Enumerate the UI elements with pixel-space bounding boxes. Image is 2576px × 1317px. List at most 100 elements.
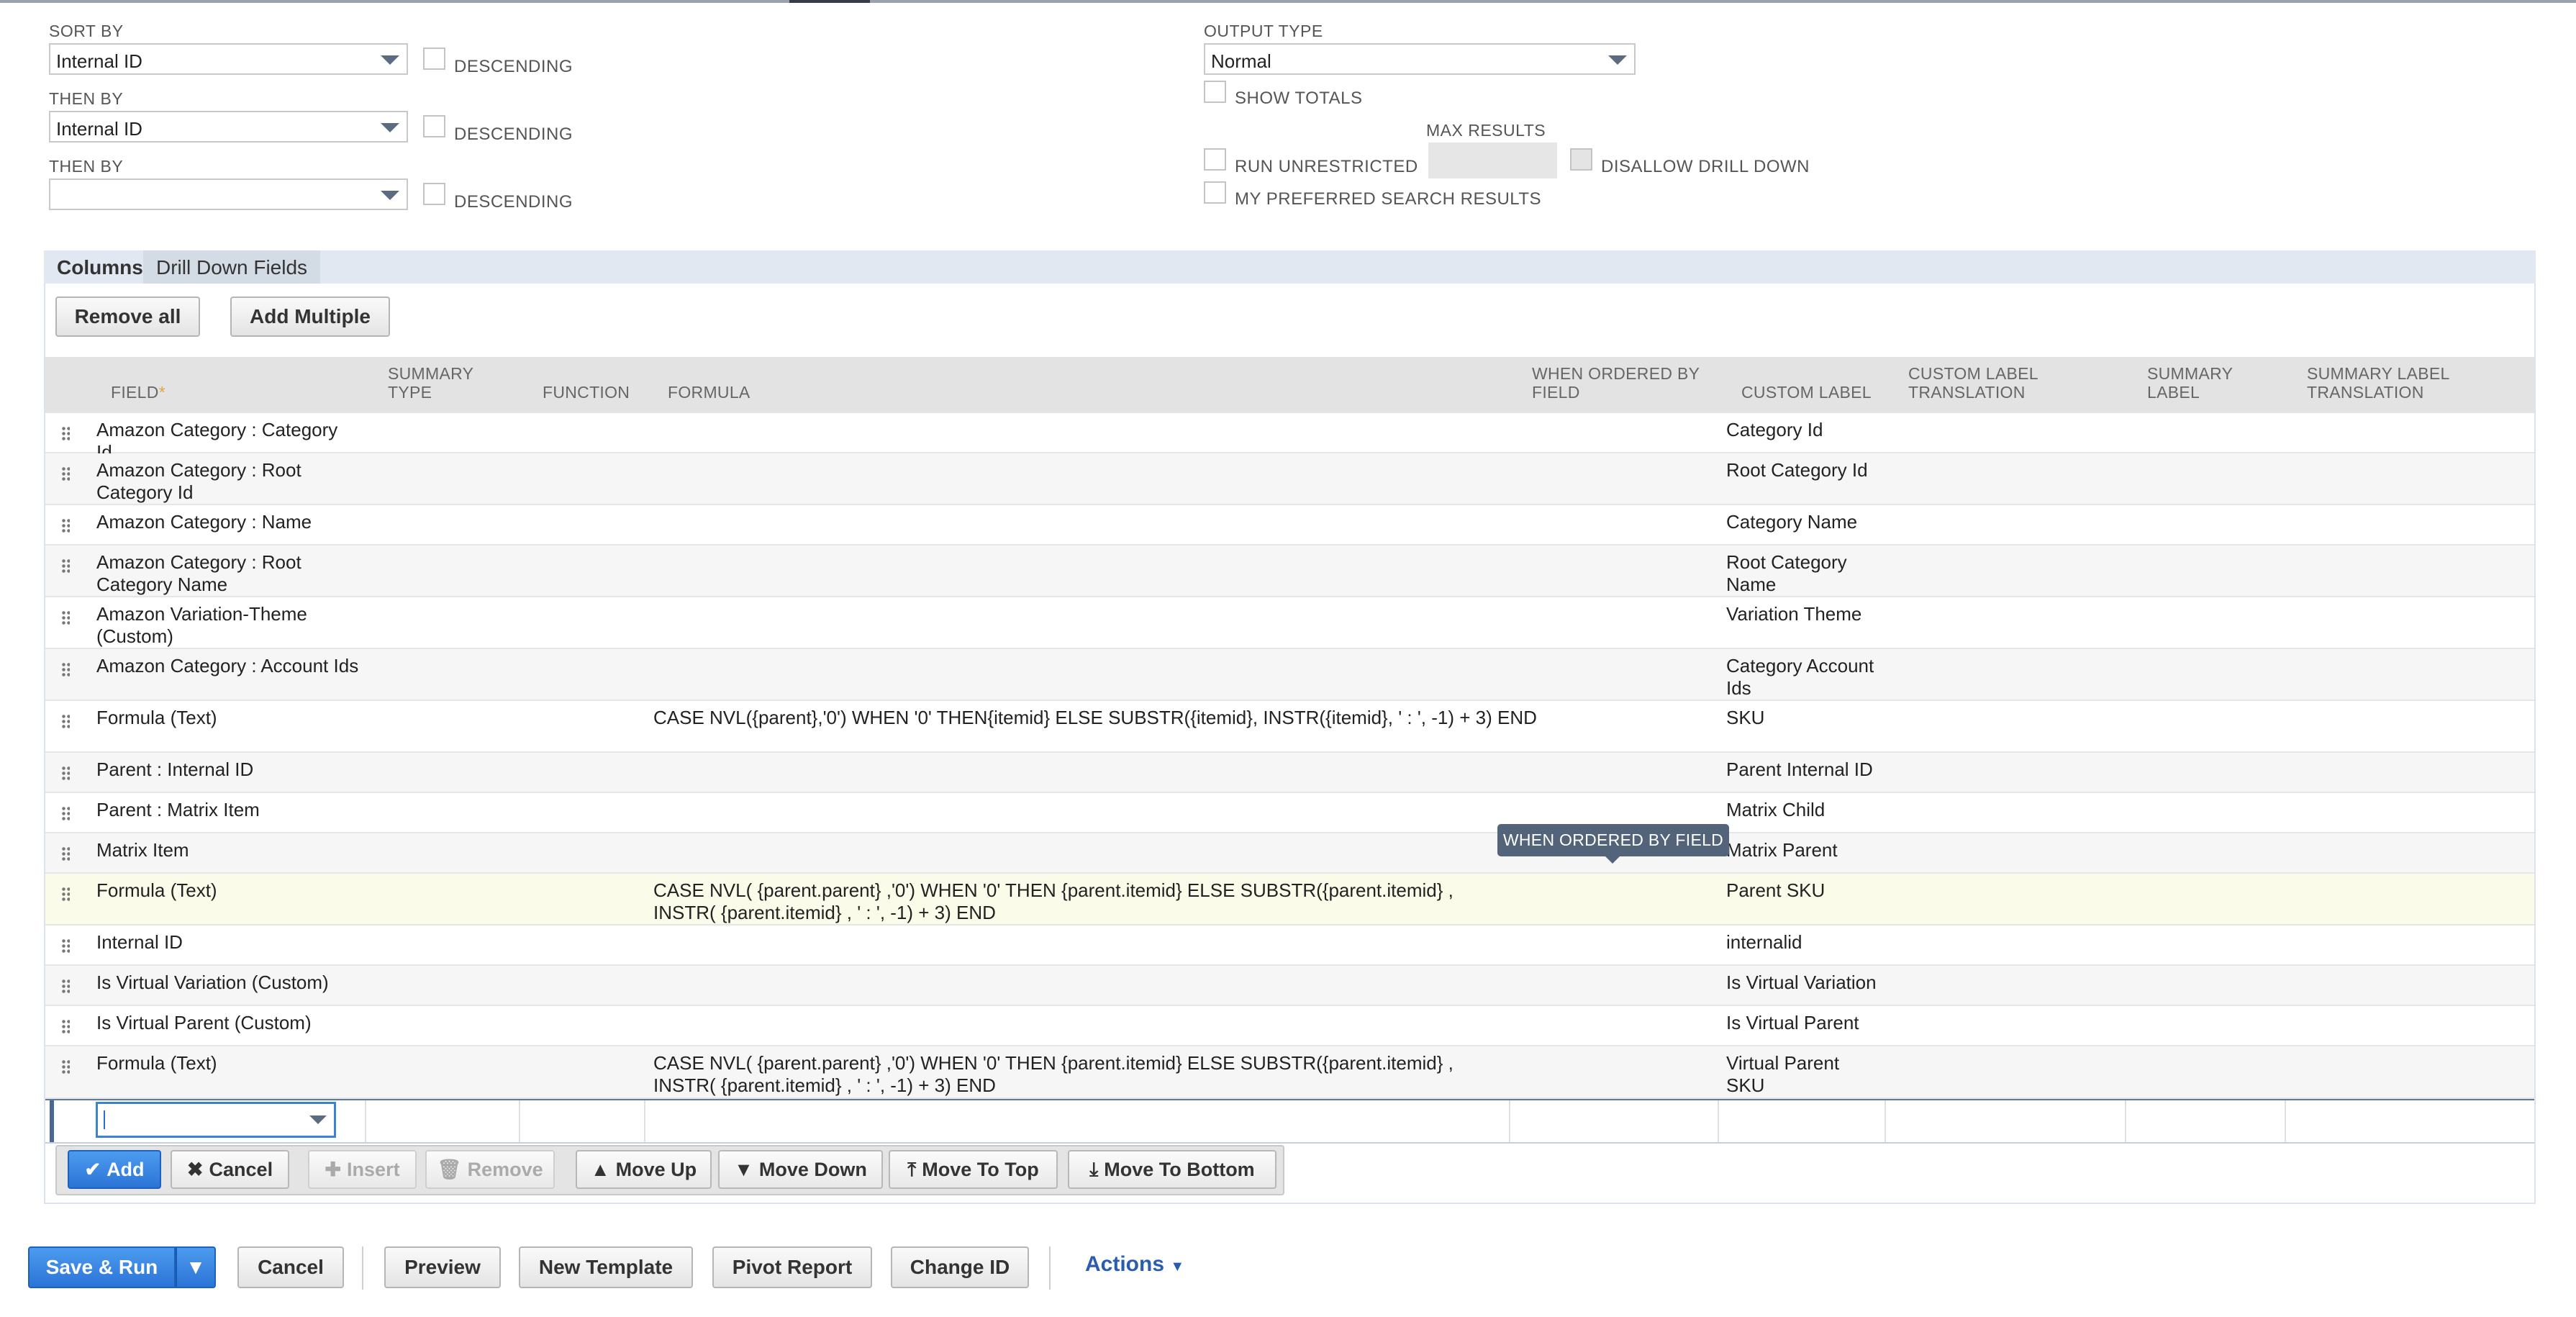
actions-menu[interactable]: Actions ▼: [1085, 1252, 1184, 1277]
close-icon: ✖: [186, 1159, 204, 1180]
row-formula: CASE NVL( {parent.parent} ,'0') WHEN '0'…: [653, 879, 1453, 923]
drag-handle-icon[interactable]: [61, 1059, 70, 1075]
table-row[interactable]: Amazon Category : Category Id Category I…: [45, 413, 2534, 463]
drag-handle-icon[interactable]: [61, 887, 70, 902]
drag-handle-icon[interactable]: [61, 518, 70, 534]
chevron-down-icon: [381, 191, 399, 200]
move-to-top-button[interactable]: ⤒ Move To Top: [889, 1150, 1058, 1189]
move-up-icon: ▲: [590, 1159, 610, 1180]
table-row[interactable]: Is Virtual Parent (Custom) Is Virtual Pa…: [45, 1006, 2534, 1046]
save-and-run-dropdown[interactable]: ▼: [176, 1246, 216, 1288]
table-row[interactable]: Formula (Text) CASE NVL( {parent.parent}…: [45, 1046, 2534, 1099]
row-field: Amazon Category : Name: [96, 511, 312, 533]
output-type-select[interactable]: Normal: [1204, 43, 1636, 75]
row-field: Amazon Variation-Theme (Custom): [96, 603, 307, 647]
move-to-top-icon: ⤒: [907, 1159, 917, 1180]
drag-handle-icon[interactable]: [61, 662, 70, 678]
drag-handle-icon[interactable]: [61, 766, 70, 782]
then-by-2-label: THEN BY: [49, 157, 124, 176]
new-template-button[interactable]: New Template: [519, 1246, 693, 1288]
add-multiple-button[interactable]: Add Multiple: [230, 297, 390, 337]
remove-all-button[interactable]: Remove all: [55, 297, 200, 337]
insert-row-button[interactable]: ✚ Insert: [308, 1150, 417, 1189]
then-by-1-label: THEN BY: [49, 89, 124, 108]
drag-handle-icon[interactable]: [61, 806, 70, 822]
drag-handle-icon[interactable]: [61, 938, 70, 954]
edit-row[interactable]: [45, 1099, 2534, 1144]
table-row[interactable]: Is Virtual Variation (Custom) Is Virtual…: [45, 966, 2534, 1006]
top-active-indicator: [789, 0, 870, 3]
drag-handle-icon[interactable]: [61, 426, 70, 442]
drag-handle-icon[interactable]: [61, 1019, 70, 1035]
row-custom-label: Virtual Parent SKU: [1726, 1052, 1840, 1096]
preview-button[interactable]: Preview: [384, 1246, 501, 1288]
row-custom-label: Root Category Id: [1726, 459, 1868, 481]
drag-handle-icon[interactable]: [61, 714, 70, 730]
pivot-report-button[interactable]: Pivot Report: [712, 1246, 872, 1288]
move-down-button[interactable]: ▼ Move Down: [718, 1150, 883, 1189]
tab-columns[interactable]: Columns •: [57, 256, 155, 279]
row-field: Formula (Text): [96, 879, 217, 901]
disallow-drill-down-checkbox[interactable]: [1570, 148, 1592, 171]
table-row[interactable]: Amazon Category : Root Category Id Root …: [45, 453, 2534, 505]
run-unrestricted-checkbox[interactable]: [1204, 148, 1226, 171]
preferred-results-checkbox[interactable]: [1204, 181, 1226, 204]
check-icon: ✔: [84, 1159, 101, 1180]
header-function: FUNCTION: [543, 383, 630, 402]
row-field: Formula (Text): [96, 1052, 217, 1074]
drag-handle-icon[interactable]: [61, 979, 70, 995]
row-field: Parent : Matrix Item: [96, 799, 260, 820]
row-custom-label: Parent Internal ID: [1726, 759, 1873, 780]
row-custom-label: Is Virtual Parent: [1726, 1012, 1859, 1033]
then-by-2-descending-checkbox[interactable]: [423, 183, 445, 205]
row-field: Formula (Text): [96, 707, 217, 728]
table-row[interactable]: Parent : Internal ID Parent Internal ID: [45, 753, 2534, 793]
drag-handle-icon[interactable]: [61, 558, 70, 574]
chevron-down-icon: [1608, 55, 1627, 65]
row-custom-label: Variation Theme: [1726, 603, 1862, 625]
plus-icon: ✚: [325, 1159, 342, 1180]
max-results-input[interactable]: [1428, 142, 1557, 178]
table-row[interactable]: Formula (Text) CASE NVL( {parent.parent}…: [45, 874, 2534, 925]
move-up-button[interactable]: ▲ Move Up: [576, 1150, 712, 1189]
new-field-select[interactable]: [96, 1102, 336, 1138]
then-by-2-descending-label: DESCENDING: [454, 192, 573, 212]
cancel-row-button[interactable]: ✖ Cancel: [171, 1150, 289, 1189]
drag-handle-icon[interactable]: [61, 610, 70, 626]
cancel-button[interactable]: Cancel: [237, 1246, 344, 1288]
save-and-run-button[interactable]: Save & Run: [28, 1246, 176, 1288]
header-summary-type: SUMMARY TYPE: [388, 364, 474, 402]
move-to-bottom-button[interactable]: ⤓ Move To Bottom: [1068, 1150, 1276, 1189]
sort-by-select[interactable]: Internal ID: [49, 43, 408, 75]
subtab-bar: Columns • Drill Down Fields: [44, 250, 2536, 284]
column-divider: [2125, 1100, 2126, 1142]
table-row[interactable]: Parent : Matrix Item Matrix Child: [45, 793, 2534, 833]
tab-drill-down-fields[interactable]: Drill Down Fields: [143, 250, 321, 284]
show-totals-checkbox[interactable]: [1204, 81, 1226, 103]
table-row[interactable]: Internal ID internalid: [45, 925, 2534, 966]
column-divider: [519, 1100, 520, 1142]
table-row[interactable]: Amazon Category : Account Ids Category A…: [45, 649, 2534, 701]
run-unrestricted-label: RUN UNRESTRICTED: [1235, 157, 1418, 176]
text-caret: [104, 1110, 105, 1129]
sort-by-descending-checkbox[interactable]: [423, 47, 445, 70]
header-custom-label-translation: CUSTOM LABEL TRANSLATION: [1908, 364, 2038, 402]
disallow-drill-down-label: DISALLOW DRILL DOWN: [1601, 157, 1810, 176]
header-field: FIELD*: [111, 383, 165, 402]
table-row[interactable]: Amazon Variation-Theme (Custom) Variatio…: [45, 597, 2534, 649]
then-by-2-select[interactable]: [49, 178, 408, 210]
header-summary-label: SUMMARY LABEL: [2147, 364, 2233, 402]
table-row[interactable]: Formula (Text) CASE NVL({parent},'0') WH…: [45, 701, 2534, 753]
output-type-value: Normal: [1211, 50, 1271, 72]
drag-handle-icon[interactable]: [61, 466, 70, 482]
drag-handle-icon[interactable]: [61, 846, 70, 862]
row-custom-label: Is Virtual Variation: [1726, 972, 1877, 993]
add-row-button[interactable]: ✔ Add: [68, 1150, 161, 1189]
change-id-button[interactable]: Change ID: [891, 1246, 1029, 1288]
remove-row-button[interactable]: 🗑 Remove: [425, 1150, 555, 1189]
table-row[interactable]: Matrix Item Matrix Parent: [45, 833, 2534, 874]
then-by-1-descending-checkbox[interactable]: [423, 115, 445, 137]
table-row[interactable]: Amazon Category : Name Category Name: [45, 505, 2534, 546]
then-by-1-select[interactable]: Internal ID: [49, 111, 408, 142]
table-row[interactable]: Amazon Category : Root Category Name Roo…: [45, 546, 2534, 597]
